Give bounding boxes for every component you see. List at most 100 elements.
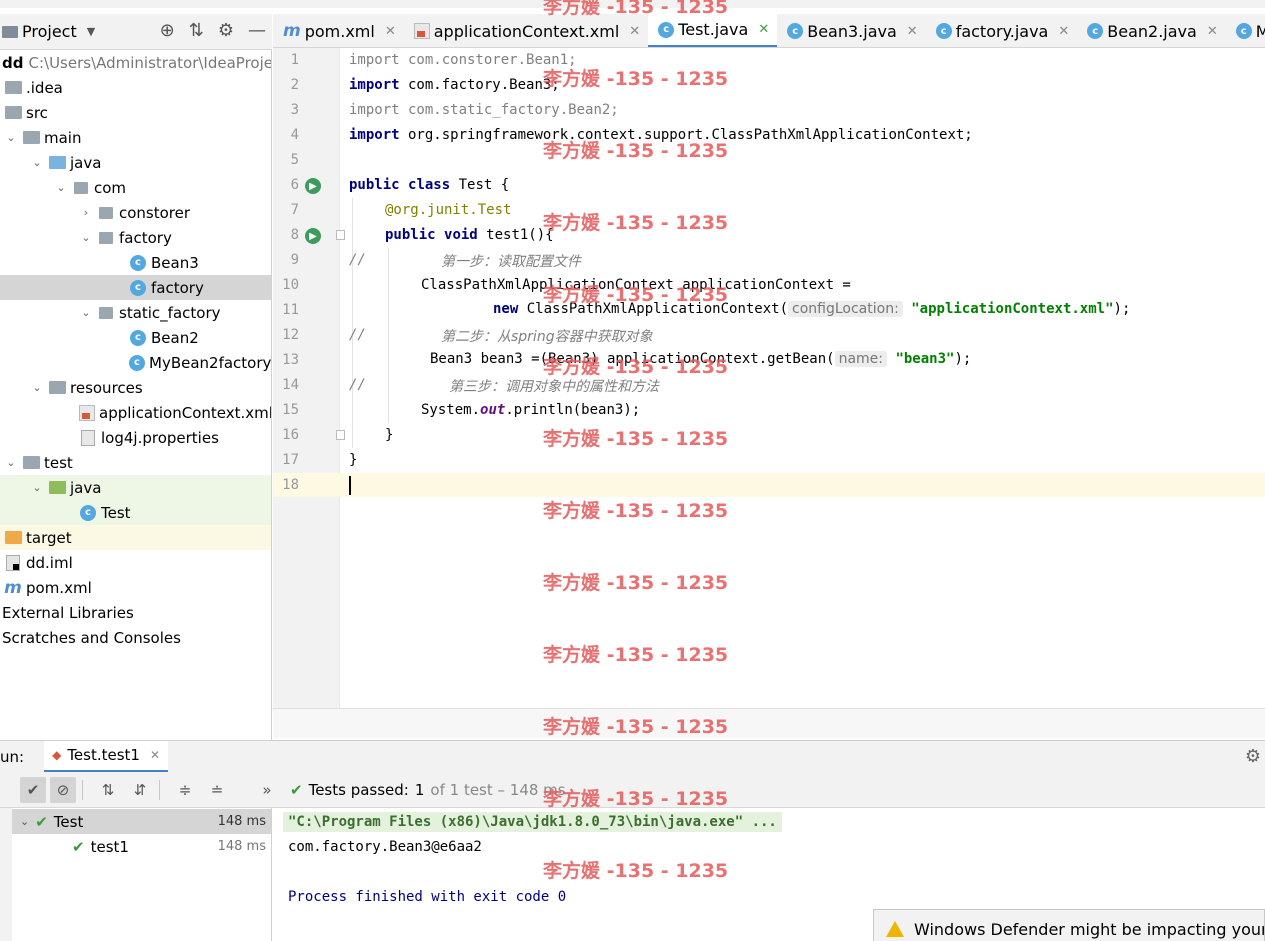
close-icon[interactable]: ✕ [1207,24,1218,39]
chevron-down-icon[interactable]: ⌄ [4,131,18,144]
tree-item-resources[interactable]: ⌄ resources [0,375,271,400]
tree-item-log4j-properties[interactable]: log4j.properties [0,425,271,450]
code-line-7: @org.junit.Test [385,202,512,218]
tree-root[interactable]: dd C:\Users\Administrator\IdeaProje [0,50,271,75]
line-number: 18 [282,477,299,493]
chevron-down-icon[interactable]: ⌄ [30,156,44,169]
fold-marker-icon[interactable] [336,230,345,240]
code-line-15: System.out.println(bean3); [421,402,641,418]
close-icon[interactable]: ✕ [907,24,918,39]
locate-icon[interactable]: ⊕ [160,20,175,41]
console-command: "C:\Program Files (x86)\Java\jdk1.8.0_73… [283,812,782,832]
code-line-16: } [385,427,394,443]
collapse-all-icon[interactable]: ⇅ [189,20,204,41]
chevron-down-icon[interactable]: ⌄ [79,231,93,244]
project-panel-header: Project ▼ ⊕ ⇅ ⚙ — [0,14,272,50]
tree-item-scratches[interactable]: Scratches and Consoles [0,625,271,650]
chevron-down-icon[interactable]: ⌄ [54,181,68,194]
test-row-test[interactable]: ⌄ ✔ Test 148 ms [12,809,271,834]
notification-balloon[interactable]: Windows Defender might be impacting your [873,909,1265,941]
tree-item-pom-xml[interactable]: m pom.xml [0,575,271,600]
hide-panel-icon[interactable]: — [248,20,266,41]
run-tab-test[interactable]: ◆ Test.test1 ✕ [44,740,169,773]
tab-test-java[interactable]: c Test.java ✕ [648,14,778,47]
tab-pom-xml[interactable]: m pom.xml ✕ [273,14,404,47]
run-test-icon[interactable]: ▶ [305,228,321,244]
run-tool-header: un: ◆ Test.test1 ✕ ⚙ [0,740,1265,773]
junit-icon: ◆ [52,748,62,762]
editor-bottom-bar [273,708,1265,738]
breadcrumb-strip [0,0,1265,8]
test-status: ✔ Tests passed: 1 of 1 test – 148 ms [290,780,566,799]
notification-text: Windows Defender might be impacting your [914,919,1265,939]
show-ignored-icon[interactable]: ⊘ [50,776,76,803]
tab-factory-java[interactable]: c factory.java ✕ [926,14,1078,47]
folder-icon [22,131,40,144]
test-row-test1[interactable]: ✔ test1 148 ms [12,834,271,859]
tree-item-static-factory[interactable]: ⌄ static_factory [0,300,271,325]
sort-duration-icon[interactable]: ⇵ [127,777,153,803]
xml-file-icon [79,404,95,421]
tree-item-test[interactable]: ⌄ test [0,450,271,475]
project-view-selector[interactable]: Project ▼ [0,22,95,41]
gear-icon[interactable]: ⚙ [218,20,234,41]
tree-root-label: dd [2,53,24,72]
chevron-down-icon[interactable]: ⌄ [30,481,44,494]
tree-item-bean2[interactable]: c Bean2 [0,325,271,350]
tree-item-factory-package[interactable]: ⌄ factory [0,225,271,250]
tree-item-com[interactable]: ⌄ com [0,175,271,200]
tree-item-constorer[interactable]: › constorer [0,200,271,225]
code-line-3: import com.static_factory.Bean2; [349,102,619,118]
editor-tabs: m pom.xml ✕ applicationContext.xml ✕ c T… [273,14,1265,48]
tree-item-mybean2factory[interactable]: c MyBean2factory [0,350,271,375]
tree-item-java[interactable]: ⌄ java [0,150,271,175]
tree-item-test-class[interactable]: c Test [0,500,271,525]
tree-item-test-java[interactable]: ⌄ java [0,475,271,500]
line-number: 8 [290,227,299,243]
chevron-down-icon[interactable]: ⌄ [20,815,29,828]
close-icon[interactable]: ✕ [385,24,396,39]
show-passed-icon[interactable]: ✔ [20,776,46,803]
line-number: 12 [282,327,299,343]
tree-item-factory-class[interactable]: c factory [0,275,271,300]
close-icon[interactable]: ✕ [1058,24,1069,39]
chevron-down-icon[interactable]: ⌄ [30,381,44,394]
param-hint: name: [834,351,887,367]
code-line-12: // [349,327,366,343]
expand-all-icon[interactable]: ≑ [172,777,198,803]
package-icon [99,306,113,319]
tab-mybean[interactable]: c MyBea [1226,14,1265,47]
chevron-down-icon[interactable]: ⌄ [79,306,93,319]
code-line-9: // [349,252,366,268]
sort-alpha-icon[interactable]: ⇅ [95,777,121,803]
chevron-down-icon[interactable]: ⌄ [4,456,18,469]
tab-bean2-java[interactable]: c Bean2.java ✕ [1077,14,1225,47]
param-hint: configLocation: [788,301,903,317]
tree-item-applicationcontext-xml[interactable]: applicationContext.xml [0,400,271,425]
more-icon[interactable]: » [254,777,280,803]
code-line-6: public class Test { [349,177,510,193]
tab-bean3-java[interactable]: c Bean3.java ✕ [777,14,925,47]
test-class-icon: c [658,21,675,38]
xml-file-icon [413,23,430,39]
close-icon[interactable]: ✕ [150,748,160,762]
close-icon[interactable]: ✕ [758,22,769,37]
tab-applicationcontext-xml[interactable]: applicationContext.xml ✕ [404,14,648,47]
tree-item-src[interactable]: src [0,100,271,125]
tree-item-target[interactable]: target [0,525,271,550]
folder-icon [4,106,22,119]
project-panel-title: Project [22,22,77,41]
fold-marker-icon[interactable] [336,430,345,440]
chevron-right-icon[interactable]: › [79,206,93,219]
tree-item-external-libraries[interactable]: External Libraries [0,600,271,625]
run-class-icon[interactable]: ▶ [305,178,321,194]
tree-item-bean3[interactable]: c Bean3 [0,250,271,275]
tree-item-idea[interactable]: .idea [0,75,271,100]
collapse-all-icon[interactable]: ≐ [204,777,230,803]
tree-item-dd-iml[interactable]: dd.iml [0,550,271,575]
code-line-14: // [349,377,366,393]
run-label: un: [0,747,25,766]
tree-item-main[interactable]: ⌄ main [0,125,271,150]
gear-icon[interactable]: ⚙ [1245,746,1261,767]
close-icon[interactable]: ✕ [629,24,640,39]
